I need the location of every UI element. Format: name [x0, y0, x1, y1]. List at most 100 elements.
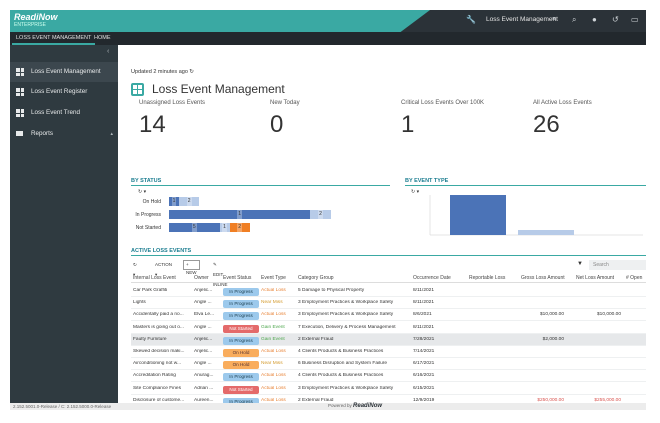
cell-date: 8/6/2021 — [413, 312, 432, 318]
kpi-value[interactable]: 1 — [401, 111, 414, 139]
table-row[interactable]: Site Compliance Fines Adrian ... Actual Lo… — [131, 383, 646, 395]
by-event-type-title: BY EVENT TYPE — [405, 178, 449, 184]
column-header[interactable]: Event Status — [223, 275, 251, 281]
sidebar: ‹ Loss Event Management Loss Event Regis… — [10, 45, 118, 403]
status-bar-segment[interactable]: 1 — [219, 223, 230, 232]
table-row[interactable]: Airconditioning not w... Angle ... Near Mi… — [131, 358, 646, 371]
column-header[interactable]: Gross Loss Amount — [521, 275, 565, 281]
status-bar-segment[interactable]: 1 — [169, 197, 180, 206]
cell-etype: Actual Loss — [261, 373, 286, 379]
top-bar: ReadiNow ENTERPRISE 🔧 Loss Event Manageme… — [10, 10, 646, 32]
table-row[interactable]: Lights Angle ... Near Miss 3 Employment Pra… — [131, 297, 646, 310]
kpi-value[interactable]: 14 — [139, 111, 166, 139]
new-button[interactable]: + NEW — [183, 260, 200, 275]
column-header[interactable]: Category Group — [298, 275, 334, 281]
refresh-icon[interactable]: ↻ ▾ — [131, 260, 139, 277]
divider — [131, 185, 390, 186]
column-header[interactable]: Reportable Loss — [469, 275, 505, 281]
brand-logo[interactable]: ReadiNow ENTERPRISE — [14, 13, 58, 29]
search-icon[interactable]: ⌕ — [572, 15, 576, 25]
status-pill: In Progress — [223, 312, 259, 321]
cell-name: Airconditioning not w... — [133, 361, 181, 367]
event-type-bar[interactable] — [518, 230, 574, 235]
chevron-left-icon[interactable]: ‹ — [107, 48, 109, 55]
app-title[interactable]: Loss Event Management — [486, 16, 558, 23]
event-type-bar[interactable] — [450, 195, 506, 235]
status-pill: In Progress — [223, 336, 259, 345]
cell-etype: Actual Loss — [261, 288, 286, 293]
table-row[interactable]: Accreditation Rating Anurag... Actual Loss… — [131, 370, 646, 383]
cell-date: 8/11/2021 — [413, 288, 434, 293]
kpi-value[interactable]: 0 — [270, 111, 283, 139]
sidebar-item-loss-event-management[interactable]: Loss Event Management — [10, 62, 118, 82]
refresh-icon[interactable]: ↻ — [189, 69, 194, 75]
cell-gross: $2,000.00 — [542, 336, 564, 342]
sidebar-item-label: Loss Event Trend — [31, 109, 81, 116]
cell-owner: Angle ... — [194, 300, 212, 306]
cell-name: Faulty Furniture — [133, 336, 167, 342]
cell-cat: 4 Clients Products & Business Practices — [298, 349, 384, 354]
cell-net: $10,000.00 — [596, 312, 621, 318]
kpi-label: Critical Loss Events Over 100K — [401, 100, 485, 106]
column-header[interactable]: Occurrence Date — [413, 275, 451, 281]
cell-cat: 3 Employment Practices & Workplace Safet… — [298, 300, 394, 306]
cell-date: 8/11/2021 — [413, 324, 434, 330]
column-header[interactable]: Event Type — [261, 275, 286, 281]
tab-loss-event-management[interactable]: LOSS EVENT MANAGEMENT — [12, 32, 96, 45]
column-header[interactable]: Owner — [194, 275, 209, 281]
table-row[interactable]: Car Park Graffiti Anjelic... Actual Loss 5 … — [131, 285, 646, 297]
table-row[interactable]: Accidentally paid a no... Elva Le... Actua… — [131, 309, 646, 322]
column-header[interactable]: Net Loss Amount — [576, 275, 614, 281]
grid-icon — [16, 68, 24, 76]
status-pill: On Hold — [223, 361, 259, 370]
table-row[interactable]: Skewed decision maki... Anjelic... Actual … — [131, 346, 646, 358]
status-bar-segment[interactable]: 2 — [310, 210, 331, 219]
cell-name: Masters is going out o... — [133, 324, 184, 330]
history-icon[interactable]: ↺ — [612, 15, 619, 25]
by-status-title: BY STATUS — [131, 178, 162, 184]
wrench-icon[interactable]: 🔧 — [466, 15, 476, 25]
sidebar-item-loss-event-register[interactable]: Loss Event Register — [10, 82, 118, 102]
status-pill: In Progress — [223, 300, 259, 309]
kpi-label: All Active Loss Events — [533, 100, 592, 106]
cell-date: 7/14/2021 — [413, 349, 435, 354]
sidebar-item-loss-event-trend[interactable]: Loss Event Trend — [10, 103, 118, 123]
column-header[interactable]: Internal Loss Event — [133, 275, 176, 281]
table-header: Internal Loss Event Owner Event Status E… — [131, 273, 646, 283]
table-row[interactable]: Masters is going out o... Angle ... Gain E… — [131, 322, 646, 334]
folder-icon — [16, 131, 23, 136]
cell-owner: Anjelic... — [194, 349, 213, 354]
sidebar-item-reports[interactable]: Reports ▴ — [10, 124, 118, 144]
cell-gross: $10,000.00 — [539, 312, 564, 318]
cell-date: 6/16/2021 — [413, 373, 435, 379]
cell-etype: Near Miss — [261, 361, 283, 367]
pencil-icon: ✎ — [213, 262, 217, 267]
action-menu[interactable]: ACTION ▾ — [153, 260, 174, 277]
status-bar-label: On Hold — [142, 199, 161, 205]
status-bar-segment[interactable]: 1 — [169, 210, 311, 219]
user-icon[interactable]: ● — [592, 15, 597, 25]
search-input[interactable]: Search — [589, 260, 646, 270]
chart-refresh-icon[interactable]: ↻ ▾ — [138, 189, 146, 195]
menu-icon[interactable]: ≡ — [552, 15, 556, 25]
tab-home[interactable]: HOME — [90, 32, 115, 45]
edit-inline-button[interactable]: ✎ EDIT INLINE — [211, 260, 230, 287]
filter-icon[interactable]: ▼ — [577, 261, 583, 267]
version-text: 2.152.5001.0-Release / C: 2.152.5000.0-R… — [13, 404, 112, 409]
cell-cat: 7 Execution, Delivery & Process Manageme… — [298, 324, 396, 330]
cell-name: Accreditation Rating — [133, 373, 176, 379]
kpi-value[interactable]: 26 — [533, 111, 560, 139]
status-bar-segment[interactable]: 5 — [169, 223, 220, 232]
cell-cat: 2 External Fraud — [298, 336, 334, 342]
chat-icon[interactable]: ▭ — [631, 15, 639, 25]
segment-value: 1 — [171, 197, 177, 206]
status-bar-segment[interactable]: 2 — [179, 197, 200, 206]
cell-etype: Actual Loss — [261, 349, 286, 354]
table-row[interactable]: Faulty Furniture Anjelic... Gain Event 2 Ex… — [131, 333, 646, 346]
cell-name: Accidentally paid a no... — [133, 312, 184, 318]
column-header[interactable]: # Open — [626, 275, 642, 281]
divider — [131, 255, 646, 256]
segment-value: 1 — [222, 223, 227, 232]
segment-value: 1 — [237, 210, 243, 219]
status-bar-segment[interactable]: 2 — [229, 223, 250, 232]
